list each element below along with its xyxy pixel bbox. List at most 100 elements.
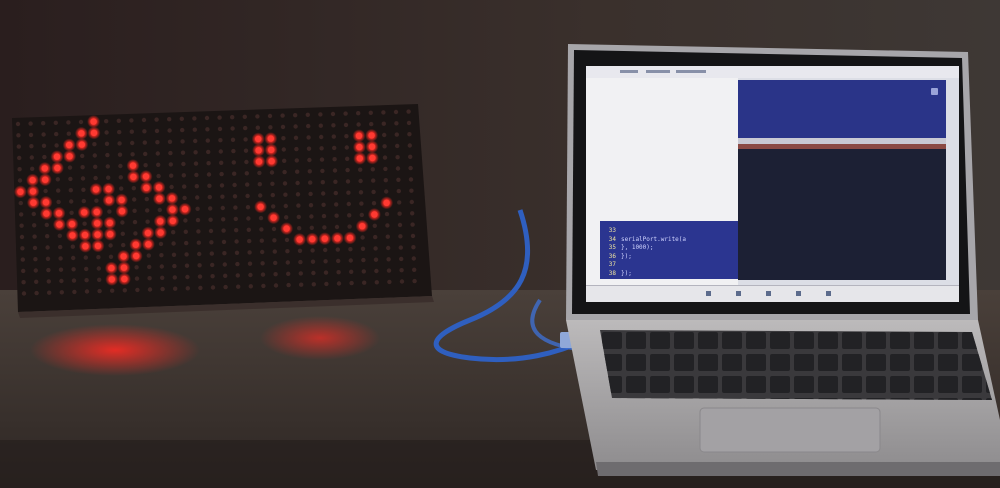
led-off: [269, 170, 275, 175]
led-off: [372, 223, 377, 228]
led-off: [408, 154, 413, 159]
led-off: [104, 119, 109, 124]
led-off: [268, 125, 273, 130]
led-off: [134, 276, 140, 281]
led-off: [362, 280, 367, 285]
led-off: [234, 239, 239, 244]
led-off: [336, 281, 342, 286]
led-on: [270, 214, 277, 221]
led-off: [97, 288, 102, 294]
led-off: [197, 263, 202, 268]
led-off: [147, 287, 153, 292]
led-off: [397, 211, 402, 216]
led-on: [181, 206, 189, 213]
led-off: [108, 243, 113, 248]
led-off: [306, 135, 311, 140]
led-on: [81, 209, 88, 216]
led-off: [160, 286, 165, 292]
led-off: [144, 196, 149, 202]
led-off: [93, 175, 98, 181]
led-off: [135, 287, 140, 293]
led-off: [285, 249, 290, 254]
led-off: [382, 132, 387, 138]
led-off: [307, 157, 312, 163]
led-off: [297, 226, 302, 231]
led-on: [56, 221, 63, 228]
led-off: [272, 238, 277, 243]
led-off: [19, 223, 24, 228]
led-off: [33, 268, 38, 273]
led-off: [371, 201, 377, 206]
led-off: [119, 186, 124, 191]
led-off: [210, 274, 215, 279]
led-off: [197, 251, 202, 257]
led-off: [409, 188, 414, 193]
led-off: [105, 164, 111, 169]
led-off: [333, 179, 338, 184]
led-off: [84, 278, 89, 283]
code-snippet-pane: 33 34 serialPort.write(a 35}, 1000); 36})…: [600, 221, 740, 279]
led-off: [230, 137, 236, 142]
led-off: [221, 217, 226, 222]
led-off: [399, 268, 404, 273]
led-off: [145, 208, 150, 213]
window-button[interactable]: [931, 88, 938, 95]
led-off: [309, 214, 314, 219]
led-off: [310, 248, 315, 253]
led-off: [132, 208, 137, 213]
led-off: [347, 224, 352, 229]
led-off: [184, 252, 189, 257]
led-off: [92, 153, 98, 158]
led-off: [309, 225, 314, 230]
led-off: [384, 189, 389, 194]
led-off: [305, 112, 310, 118]
led-off: [281, 136, 286, 141]
led-off: [284, 237, 290, 243]
led-off: [272, 249, 277, 254]
led-off: [142, 140, 147, 145]
led-off: [17, 167, 22, 172]
led-off: [192, 127, 197, 132]
led-off: [20, 257, 25, 262]
led-off: [219, 160, 224, 165]
led-panel: [12, 104, 434, 318]
taskbar-icon[interactable]: [796, 291, 801, 296]
led-on: [81, 231, 89, 239]
led-off: [374, 280, 379, 285]
led-off: [234, 250, 240, 255]
led-off: [180, 127, 185, 133]
taskbar-icon[interactable]: [826, 291, 831, 296]
led-off: [32, 245, 38, 251]
led-on: [118, 196, 125, 204]
led-off: [206, 161, 211, 166]
led-off: [323, 247, 328, 253]
led-off: [120, 220, 125, 225]
taskbar-icon[interactable]: [706, 291, 711, 296]
led-off: [131, 186, 136, 191]
led-off: [387, 279, 392, 285]
led-off: [386, 245, 391, 251]
taskbar-icon[interactable]: [736, 291, 741, 296]
taskbar-icon[interactable]: [766, 291, 771, 296]
led-off: [142, 129, 147, 134]
led-off: [257, 170, 262, 176]
led-off: [193, 150, 198, 155]
led-off: [396, 188, 401, 194]
led-on: [255, 147, 262, 154]
led-off: [69, 210, 74, 215]
led-off: [260, 261, 265, 266]
led-off: [133, 231, 138, 236]
led-off: [195, 195, 200, 200]
led-off: [319, 134, 324, 140]
led-off: [106, 175, 111, 180]
led-on: [169, 206, 176, 213]
led-off: [230, 126, 235, 131]
led-on: [69, 232, 76, 239]
led-on: [356, 143, 363, 151]
led-off: [234, 228, 239, 233]
led-off: [45, 256, 51, 261]
led-off: [293, 135, 299, 140]
led-off: [296, 203, 301, 208]
led-off: [259, 227, 264, 232]
led-off: [406, 109, 411, 114]
